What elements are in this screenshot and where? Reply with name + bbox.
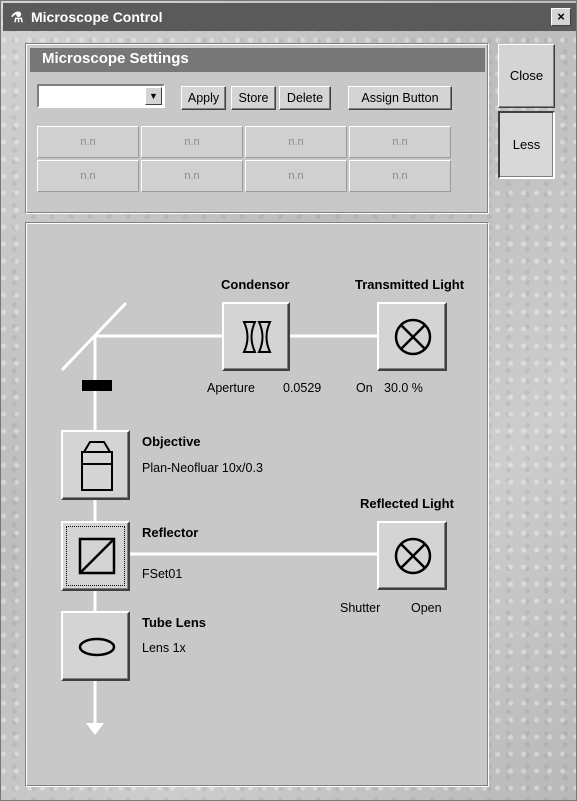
aperture-value: 0.0529 — [283, 381, 322, 395]
settings-slot-3[interactable]: n.n — [245, 126, 347, 158]
condensor-button[interactable] — [222, 302, 290, 371]
reflector-cube-icon — [78, 537, 116, 575]
tube-lens-icon — [78, 637, 116, 657]
condensor-lens-icon — [242, 321, 272, 353]
reflected-light-title: Reflected Light — [360, 496, 454, 511]
reflector-button[interactable] — [61, 521, 130, 591]
apply-button[interactable]: Apply — [181, 86, 226, 110]
settings-slot-1[interactable]: n.n — [37, 126, 139, 158]
settings-slot-5[interactable]: n.n — [37, 160, 139, 192]
light-path-panel: Condensor Aperture 0.0529 Transmitted Li… — [25, 222, 489, 787]
shutter-label: Shutter — [340, 601, 381, 615]
reflector-title: Reflector — [142, 525, 199, 540]
microscope-icon: ⚗ — [10, 9, 24, 25]
tube-lens-title: Tube Lens — [142, 615, 207, 630]
tube-lens-button[interactable] — [61, 611, 130, 681]
reflector-value: FSet01 — [142, 567, 183, 581]
close-button[interactable]: Close — [498, 44, 555, 108]
transmitted-light-button[interactable] — [377, 302, 447, 371]
lamp-icon — [394, 537, 432, 575]
chevron-down-icon[interactable]: ▼ — [145, 87, 162, 105]
settings-slot-8[interactable]: n.n — [349, 160, 451, 192]
settings-header: Microscope Settings — [30, 48, 485, 72]
arrow-down-icon — [86, 723, 104, 735]
objective-icon — [81, 441, 113, 491]
settings-panel: Microscope Settings ▼ Apply Store Delete… — [25, 43, 489, 214]
settings-combo[interactable]: ▼ — [37, 84, 165, 108]
settings-slot-2[interactable]: n.n — [141, 126, 243, 158]
title-bar: ⚗ Microscope Control × — [3, 3, 576, 31]
condensor-title: Condensor — [221, 277, 290, 292]
window-close-button[interactable]: × — [551, 8, 571, 26]
reflected-light-button[interactable] — [377, 521, 447, 590]
aperture-label: Aperture — [207, 381, 255, 395]
field-stop-bar — [82, 380, 112, 391]
settings-slot-6[interactable]: n.n — [141, 160, 243, 192]
transmitted-state: On — [356, 381, 373, 395]
settings-slot-4[interactable]: n.n — [349, 126, 451, 158]
transmitted-light-title: Transmitted Light — [355, 277, 465, 292]
less-button[interactable]: Less — [498, 111, 555, 179]
objective-value: Plan-Neofluar 10x/0.3 — [142, 461, 263, 475]
transmitted-value: 30.0 % — [384, 381, 423, 395]
settings-slot-7[interactable]: n.n — [245, 160, 347, 192]
objective-button[interactable] — [61, 430, 130, 500]
microscope-control-window: ⚗ Microscope Control × Close Less Micros… — [0, 0, 577, 801]
assign-button[interactable]: Assign Button — [348, 86, 452, 110]
shutter-value: Open — [411, 601, 442, 615]
lamp-icon — [394, 318, 432, 356]
window-title: Microscope Control — [31, 9, 163, 25]
objective-title: Objective — [142, 434, 201, 449]
delete-button[interactable]: Delete — [279, 86, 331, 110]
store-button[interactable]: Store — [231, 86, 276, 110]
tube-lens-value: Lens 1x — [142, 641, 186, 655]
